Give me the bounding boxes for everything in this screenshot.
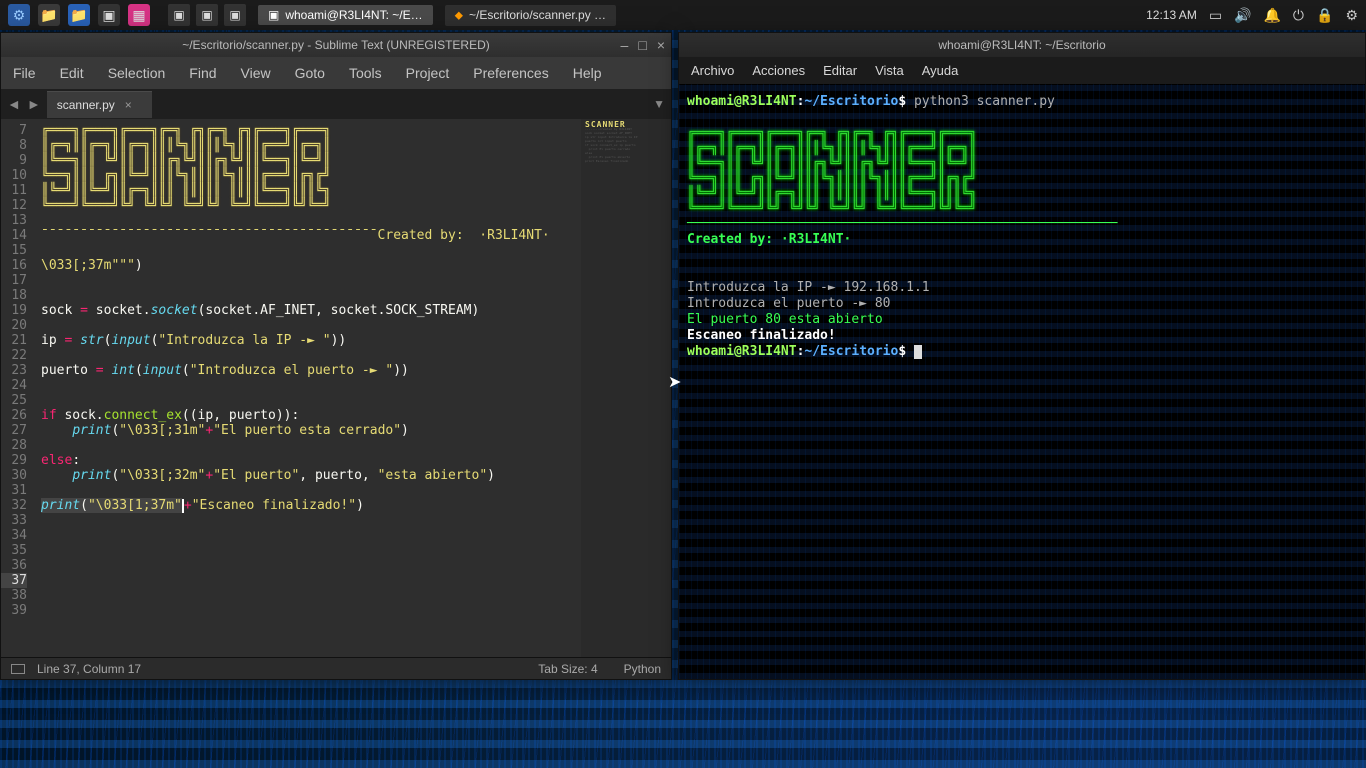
output-line: Introduzca la IP -► 192.168.1.1 xyxy=(687,280,930,295)
terminal-title: whoami@R3LI4NT: ~/Escritorio xyxy=(938,38,1105,52)
editor-area: 7891011121314151617181920212223242526272… xyxy=(1,119,671,657)
notification-icon[interactable]: 🔔 xyxy=(1263,7,1280,24)
system-tray: 12:13 AM ▭ 🔊 🔔 ⏻ 🔒 ⚙ xyxy=(1146,7,1358,24)
volume-icon[interactable]: 🔊 xyxy=(1234,7,1251,24)
line-gutter[interactable]: 7891011121314151617181920212223242526272… xyxy=(1,119,31,657)
folder-icon[interactable]: 📁 xyxy=(38,4,60,26)
sublime-window: ~/Escritorio/scanner.py - Sublime Text (… xyxy=(0,32,672,680)
terminal-icon[interactable]: ▣ xyxy=(98,4,120,26)
kali-menu-icon[interactable]: ⚙ xyxy=(8,4,30,26)
terminal-titlebar[interactable]: whoami@R3LI4NT: ~/Escritorio xyxy=(679,33,1365,57)
output-line: Introduzca el puerto -► 80 xyxy=(687,296,891,311)
ascii-banner-term: ╔═══╗╔═══╗╔═══╗╔═╗ ╔╗╔═╗ ╔╗╔═══╗╔═══╗ ║╔… xyxy=(687,126,1357,216)
code-editor[interactable]: ╔═══╗╔═══╗╔═══╗╔═╗ ╔╗╔═╗ ╔╗╔═══╗╔═══╗ ║╔… xyxy=(31,119,581,657)
sublime-small-icon: ⬥ xyxy=(455,8,463,23)
output-line: El puerto 80 esta abierto xyxy=(687,312,883,327)
term-menu-vista[interactable]: Vista xyxy=(875,63,904,78)
menu-find[interactable]: Find xyxy=(181,63,224,83)
menu-edit[interactable]: Edit xyxy=(52,63,92,83)
term-menu-editar[interactable]: Editar xyxy=(823,63,857,78)
ascii-banner: ╔═══╗╔═══╗╔═══╗╔═╗ ╔╗╔═╗ ╔╗╔═══╗╔═══╗ ║╔… xyxy=(41,123,581,213)
sublime-menubar: File Edit Selection Find View Goto Tools… xyxy=(1,57,671,89)
menu-tools[interactable]: Tools xyxy=(341,63,390,83)
taskbar-launchers: ⚙ 📁 📁 ▣ ▦ xyxy=(8,4,150,26)
terminal-window: whoami@R3LI4NT: ~/Escritorio Archivo Acc… xyxy=(678,32,1366,680)
task-indicators: ▣ ▣ ▣ xyxy=(168,4,246,26)
menu-preferences[interactable]: Preferences xyxy=(465,63,556,83)
status-bar: Line 37, Column 17 Tab Size: 4 Python xyxy=(1,657,671,679)
taskbar-entry-label: whoami@R3LI4NT: ~/E… xyxy=(285,8,422,22)
terminal-menubar: Archivo Acciones Editar Vista Ayuda xyxy=(679,57,1365,84)
workspace-icon[interactable]: ▭ xyxy=(1209,7,1222,24)
close-button[interactable]: × xyxy=(657,37,665,53)
status-language[interactable]: Python xyxy=(624,662,661,676)
status-tabsize[interactable]: Tab Size: 4 xyxy=(538,662,597,676)
tab-scanner[interactable]: scanner.py × xyxy=(47,91,152,118)
minimap[interactable]: SCANNER ········created by R3LI4NT sock … xyxy=(581,119,671,657)
taskbar-entry-terminal[interactable]: ▣ whoami@R3LI4NT: ~/E… xyxy=(258,5,433,25)
maximize-button[interactable]: □ xyxy=(638,37,646,53)
menu-file[interactable]: File xyxy=(5,63,44,83)
clock[interactable]: 12:13 AM xyxy=(1146,8,1197,22)
terminal-small-icon: ▣ xyxy=(268,8,279,22)
tab-close-icon[interactable]: × xyxy=(125,98,132,112)
menu-help[interactable]: Help xyxy=(565,63,610,83)
menu-project[interactable]: Project xyxy=(398,63,458,83)
menu-selection[interactable]: Selection xyxy=(100,63,174,83)
taskbar-entry-label: ~/Escritorio/scanner.py … xyxy=(469,8,606,22)
status-cursor[interactable]: Line 37, Column 17 xyxy=(37,662,141,676)
panel-icon[interactable] xyxy=(11,664,25,674)
power-icon[interactable]: ⏻ xyxy=(1293,7,1304,24)
tab-label: scanner.py xyxy=(57,98,115,112)
term-menu-ayuda[interactable]: Ayuda xyxy=(922,63,959,78)
sublime-title: ~/Escritorio/scanner.py - Sublime Text (… xyxy=(182,38,490,52)
tab-dropdown-icon[interactable]: ▼ xyxy=(653,97,665,111)
terminal-body[interactable]: whoami@R3LI4NT:~/Escritorio$ python3 sca… xyxy=(679,84,1365,679)
tab-nav-right[interactable]: ► xyxy=(27,96,41,112)
term-menu-acciones[interactable]: Acciones xyxy=(752,63,805,78)
output-line: Escaneo finalizado! xyxy=(687,328,836,343)
tab-bar: ◄ ► scanner.py × ▼ xyxy=(1,89,671,119)
settings-icon[interactable]: ⚙ xyxy=(1345,7,1358,24)
terminal-cursor xyxy=(914,345,922,359)
taskbar: ⚙ 📁 📁 ▣ ▦ ▣ ▣ ▣ ▣ whoami@R3LI4NT: ~/E… ⬥… xyxy=(0,0,1366,30)
menu-goto[interactable]: Goto xyxy=(287,63,333,83)
taskbar-entry-sublime[interactable]: ⬥ ~/Escritorio/scanner.py … xyxy=(445,5,616,26)
folder-blue-icon[interactable]: 📁 xyxy=(68,4,90,26)
menu-view[interactable]: View xyxy=(233,63,279,83)
minimize-button[interactable]: – xyxy=(621,37,629,53)
sublime-titlebar[interactable]: ~/Escritorio/scanner.py - Sublime Text (… xyxy=(1,33,671,57)
task-indicator[interactable]: ▣ xyxy=(168,4,190,26)
app-icon[interactable]: ▦ xyxy=(128,4,150,26)
task-indicator[interactable]: ▣ xyxy=(196,4,218,26)
task-indicator[interactable]: ▣ xyxy=(224,4,246,26)
tab-nav-left[interactable]: ◄ xyxy=(7,96,21,112)
term-menu-archivo[interactable]: Archivo xyxy=(691,63,734,78)
lock-icon[interactable]: 🔒 xyxy=(1316,7,1333,24)
